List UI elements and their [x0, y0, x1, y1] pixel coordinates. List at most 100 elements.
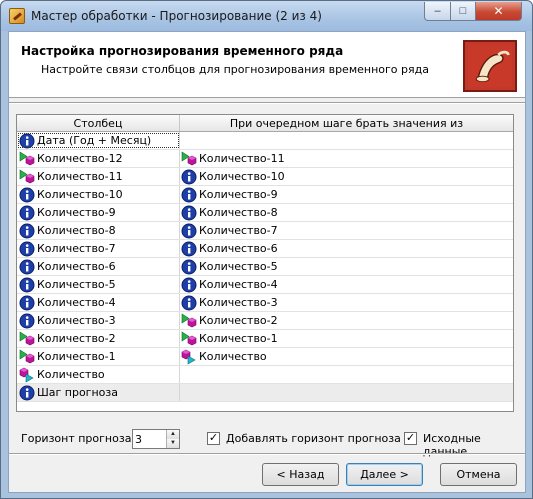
back-button[interactable]: < Назад: [262, 463, 339, 486]
column-cell[interactable]: Количество-12: [17, 150, 180, 167]
column-name: Количество-8: [37, 224, 116, 237]
column-cell[interactable]: Количество-4: [17, 294, 180, 311]
spin-up-icon[interactable]: ▲: [166, 430, 179, 439]
table-row[interactable]: Количество: [17, 366, 513, 384]
horizon-spinner[interactable]: ▲ ▼: [132, 429, 180, 449]
add-horizon-checkbox[interactable]: ✓: [207, 432, 220, 445]
column-name: Количество-5: [37, 278, 116, 291]
info-icon: [181, 169, 197, 185]
info-icon: [19, 223, 35, 239]
source-cell[interactable]: Количество-6: [180, 240, 513, 257]
wizard-client-area: Настройка прогнозирования временного ряд…: [8, 31, 526, 493]
column-cell[interactable]: Количество-8: [17, 222, 180, 239]
column-header-source[interactable]: При очередном шаге брать значения из: [180, 115, 513, 131]
column-cell[interactable]: Шаг прогноза: [17, 384, 180, 401]
column-name: Количество-7: [37, 242, 116, 255]
table-row[interactable]: Количество-5 Количество-4: [17, 276, 513, 294]
column-name: Количество-10: [37, 188, 123, 201]
horizon-label: Горизонт прогноза: [21, 432, 132, 445]
table-row[interactable]: Количество-4 Количество-3: [17, 294, 513, 312]
table-row[interactable]: Дата (Год + Месяц): [17, 132, 513, 150]
close-icon: ✕: [493, 4, 504, 18]
cancel-button[interactable]: Отмена: [440, 463, 517, 486]
info-icon: [19, 187, 35, 203]
source-cell[interactable]: Количество: [180, 348, 513, 365]
column-cell[interactable]: Количество-3: [17, 312, 180, 329]
column-mapping-grid[interactable]: Столбец При очередном шаге брать значени…: [16, 114, 514, 412]
column-name: Дата (Год + Месяц): [37, 134, 152, 147]
add-horizon-label[interactable]: Добавлять горизонт прогноза: [226, 432, 401, 445]
source-cell[interactable]: Количество-11: [180, 150, 513, 167]
column-name: Количество-2: [37, 332, 116, 345]
title-bar[interactable]: Мастер обработки - Прогнозирование (2 из…: [1, 1, 532, 31]
column-cell[interactable]: Количество: [17, 366, 180, 383]
column-name: Количество-11: [37, 170, 123, 183]
column-header-column[interactable]: Столбец: [17, 115, 180, 131]
table-row[interactable]: Количество-7 Количество-6: [17, 240, 513, 258]
info-icon: [19, 277, 35, 293]
table-row[interactable]: Количество-11 Количество-10: [17, 168, 513, 186]
source-cell[interactable]: Количество-3: [180, 294, 513, 311]
table-row[interactable]: Количество-12 Количество-11: [17, 150, 513, 168]
source-cell[interactable]: [180, 384, 513, 401]
app-icon: [9, 8, 25, 24]
column-cell[interactable]: Количество-9: [17, 204, 180, 221]
next-button[interactable]: Далее >: [346, 463, 423, 486]
source-data-checkbox[interactable]: ✓: [404, 432, 417, 445]
info-icon: [181, 205, 197, 221]
table-row[interactable]: Шаг прогноза: [17, 384, 513, 402]
table-row[interactable]: Количество-9 Количество-8: [17, 204, 513, 222]
source-cell[interactable]: Количество-10: [180, 168, 513, 185]
input-output-icon: [19, 150, 35, 167]
info-icon: [19, 241, 35, 257]
grid-body: Дата (Год + Месяц) Количество-12 Количеств…: [17, 132, 513, 402]
source-name: Количество-1: [199, 332, 278, 345]
source-name: Количество-4: [199, 278, 278, 291]
column-cell[interactable]: Количество-2: [17, 330, 180, 347]
source-cell[interactable]: [180, 366, 513, 383]
horizon-input[interactable]: [135, 431, 163, 447]
table-row[interactable]: Количество-1 Количество: [17, 348, 513, 366]
info-icon: [19, 295, 35, 311]
source-cell[interactable]: Количество-2: [180, 312, 513, 329]
table-row[interactable]: Количество-8 Количество-7: [17, 222, 513, 240]
column-cell[interactable]: Дата (Год + Месяц): [17, 132, 180, 149]
pipe-logo-icon: [463, 40, 517, 92]
source-name: Количество-5: [199, 260, 278, 273]
spin-down-icon[interactable]: ▼: [166, 439, 179, 448]
input-output-icon: [19, 168, 35, 185]
column-name: Количество-6: [37, 260, 116, 273]
maximize-button[interactable]: □: [450, 2, 476, 21]
table-row[interactable]: Количество-10 Количество-9: [17, 186, 513, 204]
column-name: Количество-9: [37, 206, 116, 219]
close-button[interactable]: ✕: [475, 2, 522, 21]
minimize-button[interactable]: –: [424, 2, 451, 21]
column-cell[interactable]: Количество-7: [17, 240, 180, 257]
source-cell[interactable]: Количество-1: [180, 330, 513, 347]
header-separator: [9, 102, 525, 104]
input-output-icon: [181, 312, 197, 329]
column-cell[interactable]: Количество-5: [17, 276, 180, 293]
column-cell[interactable]: Количество-6: [17, 258, 180, 275]
column-name: Количество-4: [37, 296, 116, 309]
table-row[interactable]: Количество-3 Количество-2: [17, 312, 513, 330]
table-row[interactable]: Количество-2 Количество-1: [17, 330, 513, 348]
column-name: Шаг прогноза: [37, 386, 118, 399]
source-cell[interactable]: Количество-4: [180, 276, 513, 293]
source-cell[interactable]: Количество-5: [180, 258, 513, 275]
column-name: Количество-1: [37, 350, 116, 363]
source-cell[interactable]: Количество-9: [180, 186, 513, 203]
checkmark-icon: ✓: [208, 432, 219, 444]
input-output-icon: [19, 330, 35, 347]
column-name: Количество-12: [37, 152, 123, 165]
info-icon: [19, 313, 35, 329]
source-cell[interactable]: Количество-7: [180, 222, 513, 239]
column-cell[interactable]: Количество-11: [17, 168, 180, 185]
source-name: Количество-2: [199, 314, 278, 327]
column-cell[interactable]: Количество-10: [17, 186, 180, 203]
table-row[interactable]: Количество-6 Количество-5: [17, 258, 513, 276]
source-name: Количество-11: [199, 152, 285, 165]
source-cell[interactable]: [180, 132, 513, 149]
source-cell[interactable]: Количество-8: [180, 204, 513, 221]
column-cell[interactable]: Количество-1: [17, 348, 180, 365]
